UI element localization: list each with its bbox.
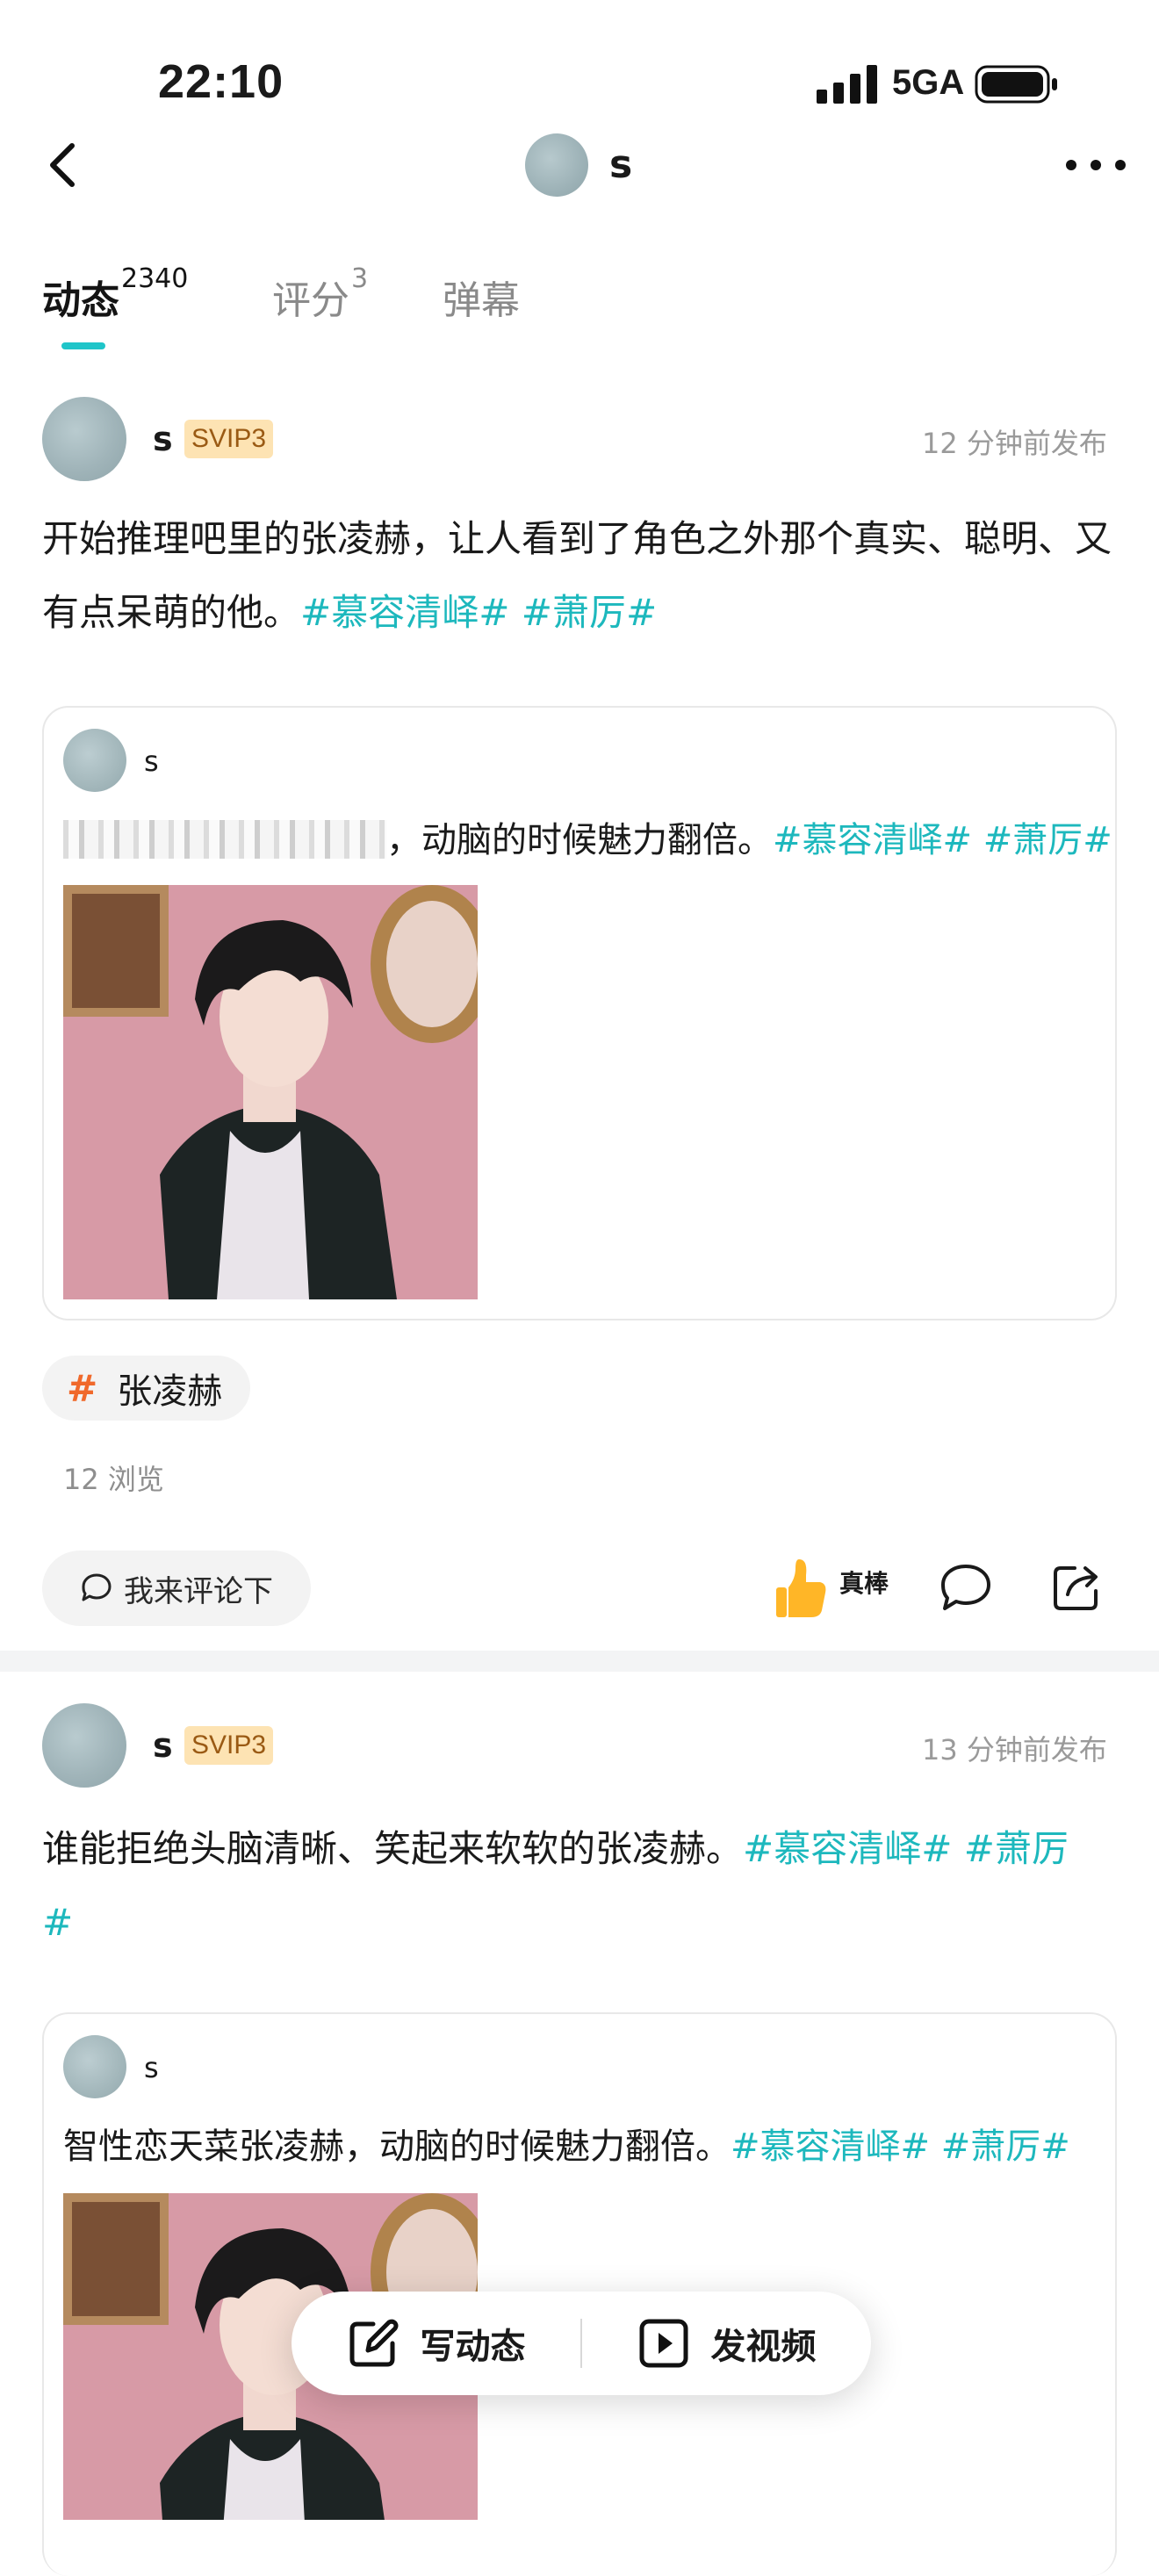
- topic-label: 张凌赫: [117, 1371, 223, 1412]
- post-author[interactable]: s: [153, 420, 173, 458]
- network-label: 5GA: [892, 63, 965, 102]
- hashtag-link[interactable]: #慕容清峄#: [300, 591, 509, 634]
- tab-ratings[interactable]: 评分3: [272, 263, 368, 325]
- post-video-button[interactable]: 发视频: [582, 2317, 871, 2370]
- floating-action-bar: 写动态 发视频: [292, 2292, 871, 2395]
- blurred-text: [63, 820, 386, 859]
- nav-title[interactable]: s: [609, 142, 632, 187]
- post-author[interactable]: s: [153, 1726, 173, 1765]
- hashtag-link[interactable]: #萧厉#: [983, 820, 1112, 860]
- tab-dynamics[interactable]: 动态2340: [42, 263, 188, 325]
- edit-icon: [349, 2319, 398, 2367]
- tab-indicator: [61, 342, 105, 349]
- comment-icon[interactable]: [939, 1563, 992, 1612]
- quote-body: ，动脑的时候魅力翻倍。: [386, 820, 773, 860]
- tab-label: 弹幕: [443, 278, 520, 323]
- quote-avatar: [63, 729, 126, 792]
- post-body: 谁能拒绝头脑清晰、笑起来软软的张凌赫。: [42, 1827, 744, 1870]
- share-icon[interactable]: [1052, 1561, 1103, 1612]
- hashtag-link[interactable]: #慕容清峄#: [731, 2126, 930, 2167]
- thumbs-up-icon[interactable]: [773, 1556, 829, 1619]
- quote-text: 智性恋天菜张凌赫，动脑的时候魅力翻倍。#慕容清峄# #萧厉#: [63, 2125, 1070, 2169]
- vip-badge: SVIP3: [184, 1726, 274, 1765]
- status-time: 22:10: [158, 55, 284, 108]
- hashtag-link[interactable]: #萧厉: [964, 1827, 1069, 1870]
- quote-author: s: [144, 2051, 159, 2084]
- hashtag-link[interactable]: #慕容清峄#: [743, 1827, 952, 1870]
- post-time: 13 分钟前发布: [922, 1733, 1107, 1767]
- post-photo[interactable]: [63, 885, 478, 1299]
- tab-label: 动态: [42, 278, 119, 323]
- tab-count: 3: [351, 263, 369, 294]
- post-text[interactable]: 开始推理吧里的张凌赫，让人看到了角色之外那个真实、聪明、又有点呆萌的他。#慕容清…: [42, 502, 1119, 650]
- quote-avatar: [63, 2035, 126, 2098]
- nav-avatar[interactable]: [525, 133, 588, 197]
- hashtag-link[interactable]: #萧厉#: [522, 591, 657, 634]
- topic-chip[interactable]: # 张凌赫: [42, 1356, 251, 1421]
- back-icon[interactable]: [42, 139, 84, 191]
- hashtag-link[interactable]: #: [42, 1901, 73, 1944]
- tab-label: 评分: [272, 278, 349, 323]
- comment-input-button[interactable]: 我来评论下: [42, 1551, 311, 1626]
- comment-icon: [82, 1573, 112, 1601]
- post-text[interactable]: 谁能拒绝头脑清晰、笑起来软软的张凌赫。#慕容清峄# #萧厉 #: [42, 1812, 1119, 1960]
- vip-badge: SVIP3: [184, 420, 274, 458]
- like-label[interactable]: 真棒: [839, 1565, 889, 1600]
- quote-text: ，动脑的时候魅力翻倍。#慕容清峄# #萧厉#: [63, 818, 1112, 862]
- view-count: 12 浏览: [63, 1463, 164, 1496]
- signal-icon: [817, 65, 877, 104]
- quote-author: s: [144, 745, 159, 778]
- post-time: 12 分钟前发布: [922, 427, 1107, 460]
- quoted-post[interactable]: s ，动脑的时候魅力翻倍。#慕容清峄# #萧厉#: [42, 706, 1117, 1320]
- post-avatar[interactable]: [42, 1703, 126, 1788]
- hashtag-link[interactable]: #萧厉#: [941, 2126, 1070, 2167]
- post-avatar[interactable]: [42, 397, 126, 481]
- hash-icon: #: [67, 1366, 98, 1410]
- post-divider: [0, 1651, 1159, 1672]
- quote-body: 智性恋天菜张凌赫，动脑的时候魅力翻倍。: [63, 2126, 731, 2167]
- battery-icon: [975, 65, 1057, 104]
- tab-count: 2340: [121, 263, 189, 294]
- post-video-label: 发视频: [710, 2327, 817, 2367]
- more-icon[interactable]: [1062, 149, 1129, 181]
- tab-danmaku[interactable]: 弹幕: [443, 269, 520, 325]
- hashtag-link[interactable]: #慕容清峄#: [773, 820, 972, 860]
- write-post-button[interactable]: 写动态: [292, 2317, 580, 2370]
- comment-placeholder: 我来评论下: [124, 1573, 273, 1609]
- video-icon: [639, 2319, 687, 2368]
- write-post-label: 写动态: [420, 2327, 526, 2367]
